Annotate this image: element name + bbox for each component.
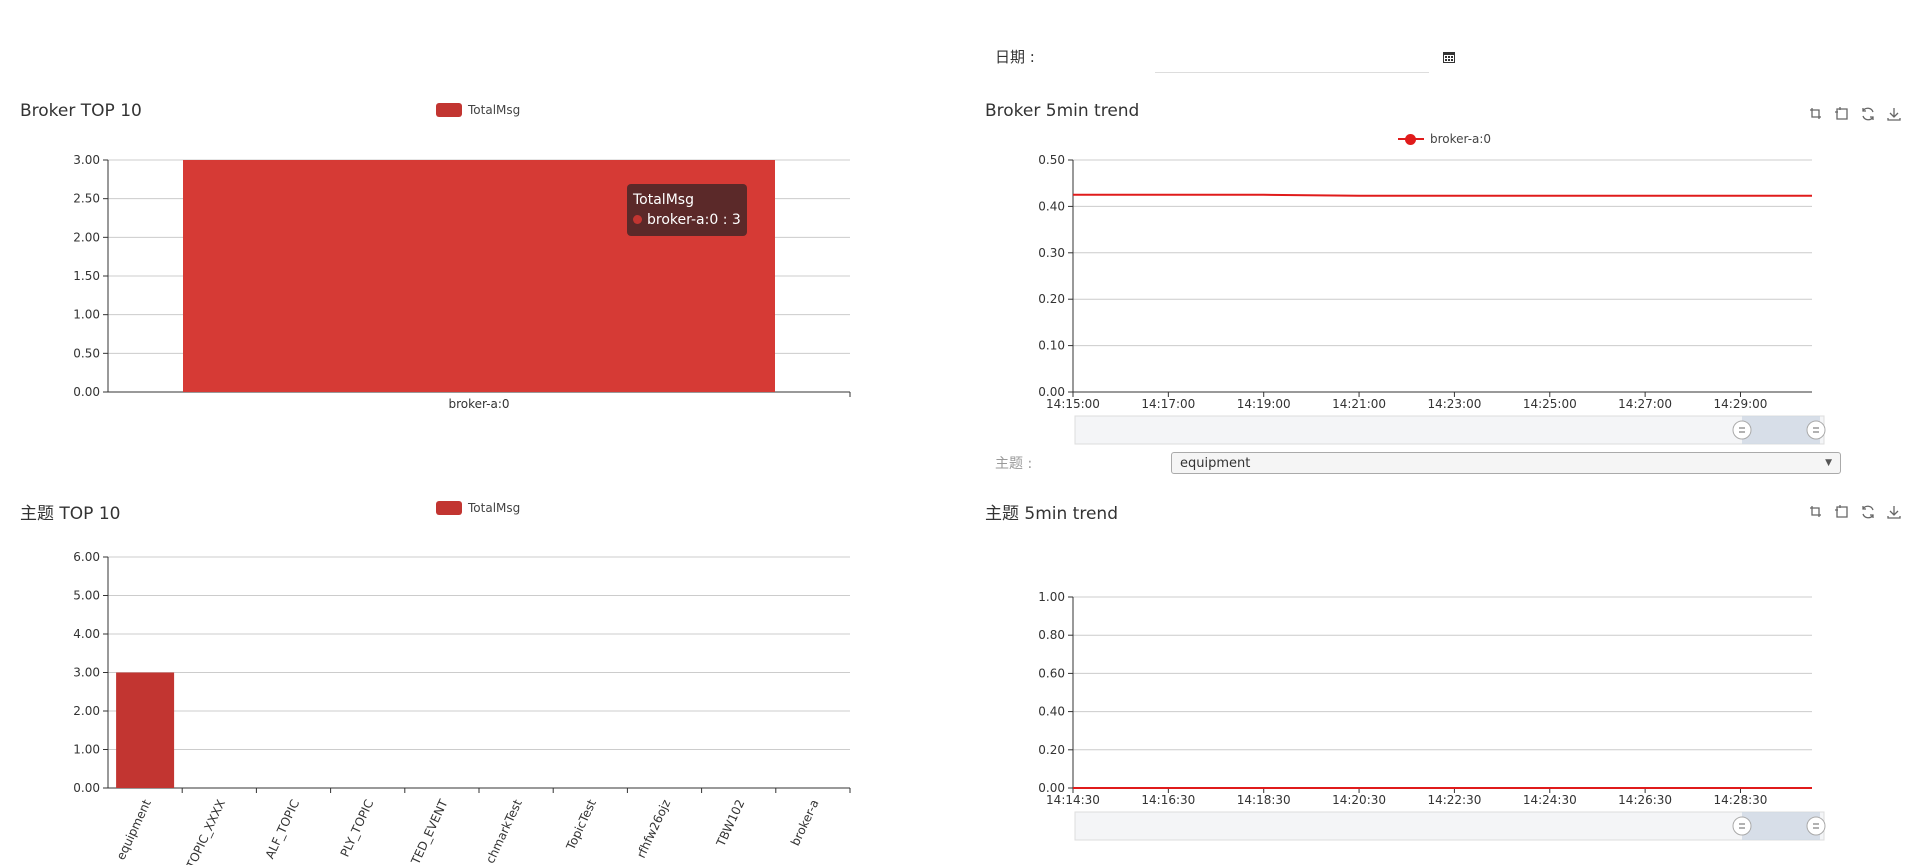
topic-trend-ytick-label: 1.00: [1038, 590, 1065, 604]
topic-trend-ytick-label: 0.80: [1038, 628, 1065, 642]
topic-trend-ytick-label: 0.40: [1038, 705, 1065, 719]
topic-select-value: equipment: [1180, 455, 1251, 471]
zoom-icon[interactable]: [1808, 106, 1824, 122]
chevron-down-icon: ▼: [1825, 458, 1832, 468]
zoom-icon[interactable]: [1808, 504, 1824, 520]
topic-trend-datazoom-handle-right: [1806, 816, 1826, 836]
download-icon[interactable]: [1886, 504, 1902, 520]
topic-trend-xtick-label: 14:16:30: [1141, 793, 1195, 807]
broker-trend-toolbox: [1808, 106, 1902, 122]
zoom-reset-icon[interactable]: [1834, 106, 1850, 122]
broker-trend-datazoom-track: [1074, 415, 1825, 445]
legend-label: TotalMsg: [468, 103, 521, 117]
topic-trend-xtick-label: 14:22:30: [1427, 793, 1481, 807]
legend-swatch: [436, 501, 462, 515]
broker-trend-xtick-label: 14:29:00: [1714, 397, 1768, 411]
broker-top10-legend[interactable]: TotalMsg: [436, 103, 520, 117]
date-filter: 日期 :: [995, 40, 1457, 73]
broker-trend-ytick-label: 0.20: [1038, 292, 1065, 306]
calendar-icon[interactable]: [1441, 49, 1457, 65]
restore-icon[interactable]: [1860, 106, 1876, 122]
topic-label: 主题 :: [995, 456, 1033, 472]
topic-trend-xtick-label: 14:18:30: [1237, 793, 1291, 807]
date-input[interactable]: [1155, 40, 1429, 73]
broker-top10-title: Broker TOP 10: [20, 101, 142, 121]
broker-trend-xtick-label: 14:21:00: [1332, 397, 1386, 411]
topic-select[interactable]: equipment ▼: [1171, 452, 1841, 474]
topic-trend-xtick-label: 14:26:30: [1618, 793, 1672, 807]
broker-trend-xtick-label: 14:15:00: [1046, 397, 1100, 411]
topic-trend-title: 主题 5min trend: [985, 504, 1118, 524]
topic-trend-xtick-label: 14:24:30: [1523, 793, 1577, 807]
broker-trend-xtick-label: 14:17:00: [1141, 397, 1195, 411]
zoom-reset-icon[interactable]: [1834, 504, 1850, 520]
broker-trend-xtick-label: 14:27:00: [1618, 397, 1672, 411]
broker-trend-series-line: [1073, 193, 1812, 197]
broker-trend-ytick-label: 0.10: [1038, 339, 1065, 353]
broker-trend-title: Broker 5min trend: [985, 101, 1140, 121]
topic-trend-xtick-label: 14:14:30: [1046, 793, 1100, 807]
broker-trend-xtick-label: 14:25:00: [1523, 397, 1577, 411]
topic-trend-datazoom-track: [1074, 811, 1825, 841]
topic-trend-xtick-label: 14:28:30: [1714, 793, 1768, 807]
broker-trend-xtick-label: 14:19:00: [1237, 397, 1291, 411]
broker-trend-ytick-label: 0.50: [1038, 153, 1065, 167]
topic-top10-legend[interactable]: TotalMsg: [436, 501, 520, 515]
legend-swatch: [436, 103, 462, 117]
topic-trend-xtick-label: 14:20:30: [1332, 793, 1386, 807]
broker-trend-ytick-label: 0.40: [1038, 199, 1065, 213]
topic-filter: 主题 : equipment ▼: [995, 452, 1841, 474]
topic-trend-chart: 0.000.200.400.600.801.0014:14:30 14:16:30…: [1038, 590, 1826, 841]
topic-trend-toolbox: [1808, 504, 1902, 520]
date-label: 日期 :: [995, 48, 1035, 66]
topic-trend-ytick-label: 0.60: [1038, 666, 1065, 680]
broker-trend-ytick-label: 0.30: [1038, 246, 1065, 260]
broker-trend-datazoom-handle-right: [1806, 420, 1826, 440]
topic-top10-title: 主题 TOP 10: [20, 504, 121, 524]
restore-icon[interactable]: [1860, 504, 1876, 520]
topic-trend-datazoom-handle-left: [1732, 816, 1752, 836]
download-icon[interactable]: [1886, 106, 1902, 122]
broker-trend-chart: 0.000.100.200.300.400.5014:15:00 14:17:00…: [1038, 153, 1826, 445]
legend-label: TotalMsg: [468, 501, 521, 515]
broker-trend-xtick-label: 14:23:00: [1427, 397, 1481, 411]
broker-trend-datazoom-handle-left: [1732, 420, 1752, 440]
topic-trend-ytick-label: 0.20: [1038, 743, 1065, 757]
